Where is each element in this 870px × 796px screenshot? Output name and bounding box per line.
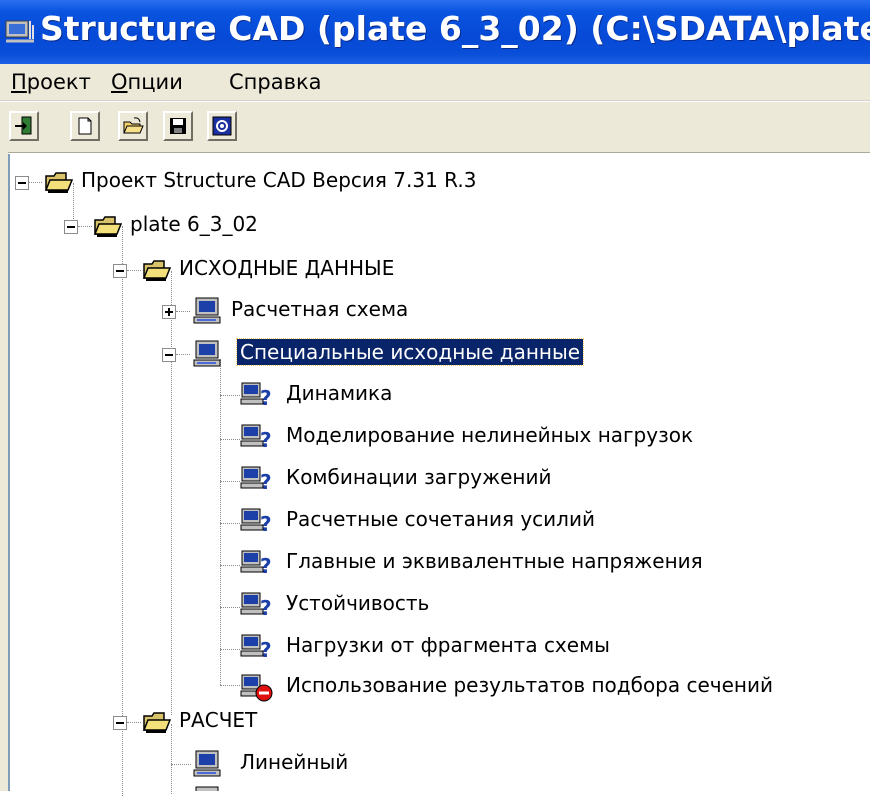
collapse-toggle[interactable] <box>162 348 176 362</box>
tree-label-force-combinations: Расчетные сочетания усилий <box>286 507 595 531</box>
menu-options-accel: О <box>111 70 128 94</box>
collapse-toggle[interactable] <box>64 220 78 234</box>
computer-blocked-icon <box>240 674 273 702</box>
folder-open-icon <box>44 172 74 193</box>
computer-icon <box>195 786 219 791</box>
new-button[interactable] <box>70 111 100 141</box>
tree-node-dynamics[interactable]: ? Динамика <box>10 375 710 413</box>
svg-text:?: ? <box>260 386 272 409</box>
computer-icon <box>193 340 221 367</box>
menu-options[interactable]: Опции <box>111 70 183 94</box>
svg-text:?: ? <box>260 428 272 451</box>
svg-text:?: ? <box>260 638 272 661</box>
tree-node-section-results[interactable]: Использование результатов подбора сечени… <box>10 667 860 705</box>
exit-door-icon <box>15 116 32 135</box>
menu-help[interactable]: Справка <box>229 70 322 94</box>
tree-label-stability: Устойчивость <box>286 591 430 615</box>
collapse-toggle[interactable] <box>15 176 29 190</box>
menu-bar: Проект Опции Справка <box>0 64 870 101</box>
title-bar[interactable]: Structure CAD (plate 6_3_02) (C:\SDATA\p… <box>0 0 870 64</box>
tree-node-fragment-loads[interactable]: ? Нагрузки от фрагмента схемы <box>10 627 710 665</box>
tree-label-nonlinear-loads: Моделирование нелинейных нагрузок <box>286 423 694 447</box>
tree-label-section-results: Использование результатов подбора сечени… <box>286 673 773 697</box>
tree-label-dynamics: Динамика <box>286 381 393 405</box>
settings-button[interactable] <box>207 111 237 141</box>
tree-node-partial[interactable] <box>10 784 610 791</box>
tree-node-special-input[interactable]: Специальные исходные данные <box>10 334 630 372</box>
computer-icon <box>193 297 221 324</box>
tree-node-linear[interactable]: Линейный <box>10 744 610 782</box>
svg-text:?: ? <box>260 512 272 535</box>
tree-label-load-combinations: Комбинации загружений <box>286 465 552 489</box>
tree-node-nonlinear-loads[interactable]: ? Моделирование нелинейных нагрузок <box>10 417 770 455</box>
computer-icon <box>193 750 221 777</box>
tree-label-input-data: ИСХОДНЫЕ ДАННЫЕ <box>179 256 395 280</box>
svg-text:?: ? <box>260 596 272 619</box>
toolbar <box>0 101 870 153</box>
svg-text:?: ? <box>260 554 272 577</box>
tree-node-project[interactable]: plate 6_3_02 <box>10 206 610 244</box>
app-icon[interactable] <box>4 17 38 47</box>
computer-question-icon: ? <box>240 550 272 577</box>
tree-node-input-data[interactable]: ИСХОДНЫЕ ДАННЫЕ <box>10 250 610 288</box>
tree-label-principal-stresses: Главные и эквивалентные напряжения <box>286 549 703 573</box>
save-disk-icon <box>170 118 186 134</box>
tree-node-force-combinations[interactable]: ? Расчетные сочетания усилий <box>10 501 710 539</box>
tree-label-fragment-loads: Нагрузки от фрагмента схемы <box>286 633 610 657</box>
computer-question-icon: ? <box>240 466 272 493</box>
folder-open-icon <box>142 712 172 733</box>
open-folder-icon <box>123 117 144 134</box>
folder-open-icon <box>93 216 123 237</box>
menu-options-label: пции <box>127 70 183 94</box>
collapse-toggle[interactable] <box>113 264 127 278</box>
menu-project-accel: П <box>11 70 27 94</box>
save-button[interactable] <box>163 111 193 141</box>
tree-node-root[interactable]: Проект Structure CAD Версия 7.31 R.3 <box>10 162 610 200</box>
new-document-icon <box>78 117 92 135</box>
computer-question-icon: ? <box>240 424 272 451</box>
tree-label-design-scheme: Расчетная схема <box>231 297 409 321</box>
expand-toggle[interactable] <box>162 305 176 319</box>
settings-icon <box>212 116 232 136</box>
folder-open-icon <box>142 260 172 281</box>
menu-project-label: роект <box>26 70 91 94</box>
svg-text:?: ? <box>260 470 272 493</box>
collapse-toggle[interactable] <box>113 716 127 730</box>
open-button[interactable] <box>118 111 148 141</box>
tree-node-stability[interactable]: ? Устойчивость <box>10 585 710 623</box>
computer-question-icon: ? <box>240 634 272 661</box>
menu-help-label: Справка <box>229 70 322 94</box>
tree-label-root: Проект Structure CAD Версия 7.31 R.3 <box>81 168 477 192</box>
window-title: Structure CAD (plate 6_3_02) (C:\SDATA\p… <box>40 9 870 48</box>
tree-label-project: plate 6_3_02 <box>130 212 258 236</box>
tree-node-principal-stresses[interactable]: ? Главные и эквивалентные напряжения <box>10 543 790 581</box>
tree-node-load-combinations[interactable]: ? Комбинации загружений <box>10 459 710 497</box>
computer-question-icon: ? <box>240 592 272 619</box>
computer-question-icon: ? <box>240 382 272 409</box>
tree-label-special-input: Специальные исходные данные <box>235 338 585 366</box>
tree-label-linear: Линейный <box>240 750 349 774</box>
window-frame <box>0 151 8 791</box>
exit-button[interactable] <box>9 111 39 141</box>
project-tree[interactable]: Проект Structure CAD Версия 7.31 R.3 pla… <box>8 154 870 796</box>
tree-label-calculation: РАСЧЕТ <box>179 708 258 732</box>
menu-project[interactable]: Проект <box>11 70 91 94</box>
tree-node-calculation[interactable]: РАСЧЕТ <box>10 702 610 740</box>
computer-question-icon: ? <box>240 508 272 535</box>
tree-node-design-scheme[interactable]: Расчетная схема <box>10 291 610 329</box>
